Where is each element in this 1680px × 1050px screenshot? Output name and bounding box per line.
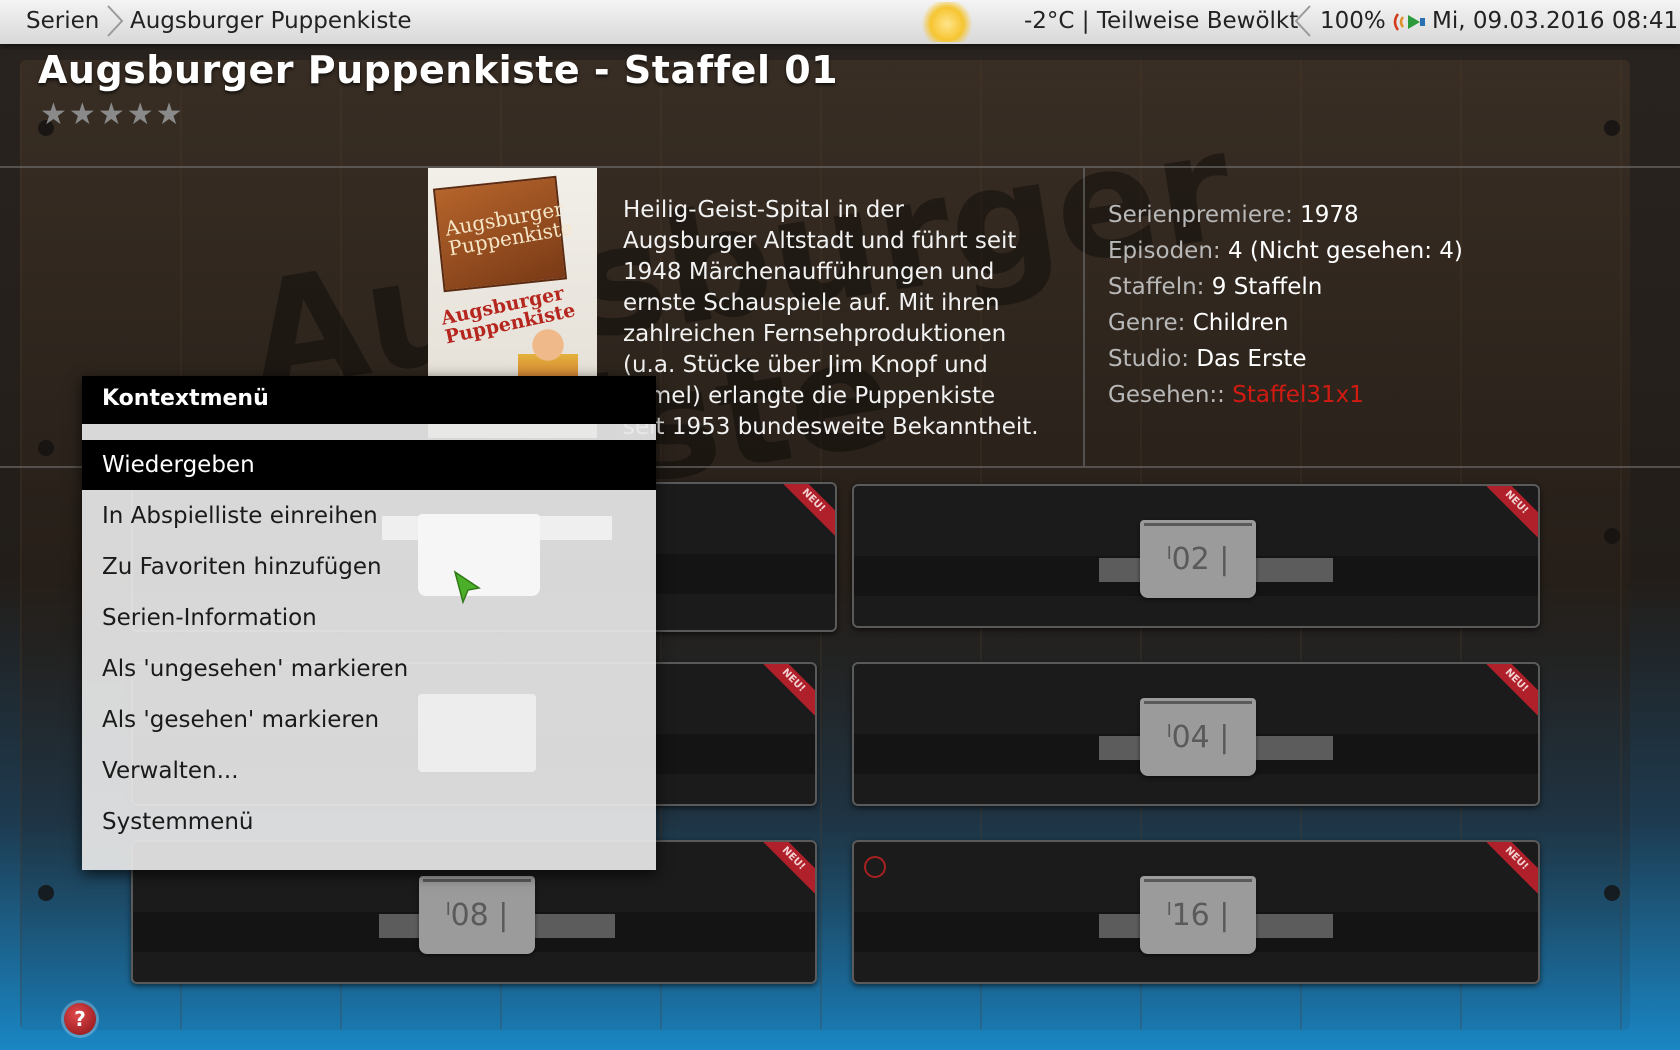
menu-item-wiedergeben[interactable]: Wiedergeben	[82, 440, 656, 490]
context-menu-title: Kontextmenü	[82, 376, 656, 424]
menu-item-series-info[interactable]: Serien-Information	[82, 593, 656, 643]
clapper-icon: ˡ08 |	[419, 876, 535, 954]
sun-icon	[918, 2, 976, 42]
chevron-left-icon	[1294, 5, 1311, 37]
clapper-icon: ˡ02 |	[1140, 520, 1256, 598]
divider	[1083, 168, 1085, 466]
clapper-icon: ˡ04 |	[1140, 698, 1256, 776]
menu-item-manage[interactable]: Verwalten...	[82, 746, 656, 796]
new-badge: NEU!	[1481, 842, 1538, 894]
clapper-icon: ˡ16 |	[1140, 876, 1256, 954]
studio-value: Das Erste	[1196, 346, 1307, 372]
new-badge: NEU!	[758, 664, 815, 716]
star-icon: ★	[155, 97, 183, 132]
episode-number: ˡ16 |	[1166, 898, 1230, 933]
synopsis: Heilig-Geist-Spital in der Augsburger Al…	[623, 197, 1039, 440]
menu-item-system-menu[interactable]: Systemmenü	[82, 797, 656, 847]
seen-value: Staffel31x1	[1232, 382, 1364, 408]
episode-tile[interactable]: ˡ04 | NEU!	[852, 662, 1540, 806]
star-icon: ★	[68, 97, 96, 132]
context-menu: Kontextmenü Wiedergeben In Abspielliste …	[82, 376, 656, 870]
premiere-value: 1978	[1300, 202, 1359, 228]
date-time: Mi, 09.03.2016 08:41	[1432, 8, 1679, 34]
page-title: Augsburger Puppenkiste - Staffel 01	[38, 48, 839, 92]
genre-value: Children	[1192, 310, 1289, 336]
signal-icon	[1393, 13, 1425, 31]
top-bar: Serien Augsburger Puppenkiste -2°C | Tei…	[0, 0, 1680, 44]
seen-label: Gesehen::	[1108, 382, 1225, 408]
episode-number: ˡ02 |	[1166, 542, 1230, 577]
battery-level: 100%	[1320, 8, 1386, 34]
studio-label: Studio:	[1108, 346, 1190, 372]
episode-number: ˡ08 |	[445, 898, 509, 933]
help-icon[interactable]: ?	[64, 1003, 96, 1035]
breadcrumb-serien[interactable]: Serien	[26, 8, 99, 34]
background-bolt	[1604, 120, 1620, 136]
episodes-value: 4 (Nicht gesehen: 4)	[1227, 238, 1463, 264]
chevron-right-icon	[107, 5, 124, 37]
background-bolt	[1604, 528, 1620, 544]
resume-icon	[864, 856, 886, 878]
seasons-value: 9 Staffeln	[1211, 274, 1323, 300]
breadcrumb-current[interactable]: Augsburger Puppenkiste	[130, 8, 411, 34]
info-panel: Serienpremiere: 1978 Episoden: 4 (Nicht …	[1108, 197, 1463, 413]
menu-item-favorites[interactable]: Zu Favoriten hinzufügen	[82, 542, 656, 592]
new-badge: NEU!	[778, 484, 835, 536]
star-icon: ★	[97, 97, 125, 132]
episode-tile[interactable]: ˡ02 | NEU!	[852, 484, 1540, 628]
menu-item-mark-watched[interactable]: Als 'gesehen' markieren	[82, 695, 656, 745]
clapper-icon	[418, 694, 536, 772]
rating: ★ ★ ★ ★ ★	[40, 100, 183, 130]
episodes-label: Episoden:	[1108, 238, 1221, 264]
new-badge: NEU!	[1481, 664, 1538, 716]
background-bolt	[38, 440, 54, 456]
episode-number: ˡ04 |	[1166, 720, 1230, 755]
new-badge: NEU!	[758, 842, 815, 894]
episode-tile[interactable]: ˡ16 | NEU!	[852, 840, 1540, 984]
star-icon: ★	[126, 97, 154, 132]
menu-item-mark-unwatched[interactable]: Als 'ungesehen' markieren	[82, 644, 656, 694]
premiere-label: Serienpremiere:	[1108, 202, 1293, 228]
divider	[0, 166, 1680, 168]
new-badge: NEU!	[1481, 486, 1538, 538]
star-icon: ★	[40, 97, 67, 132]
cursor-icon	[453, 570, 481, 605]
weather-text: -2°C | Teilweise Bewölkt	[1024, 8, 1299, 34]
background-bolt	[38, 885, 54, 901]
seasons-label: Staffeln:	[1108, 274, 1205, 300]
background-bolt	[1604, 885, 1620, 901]
genre-label: Genre:	[1108, 310, 1186, 336]
